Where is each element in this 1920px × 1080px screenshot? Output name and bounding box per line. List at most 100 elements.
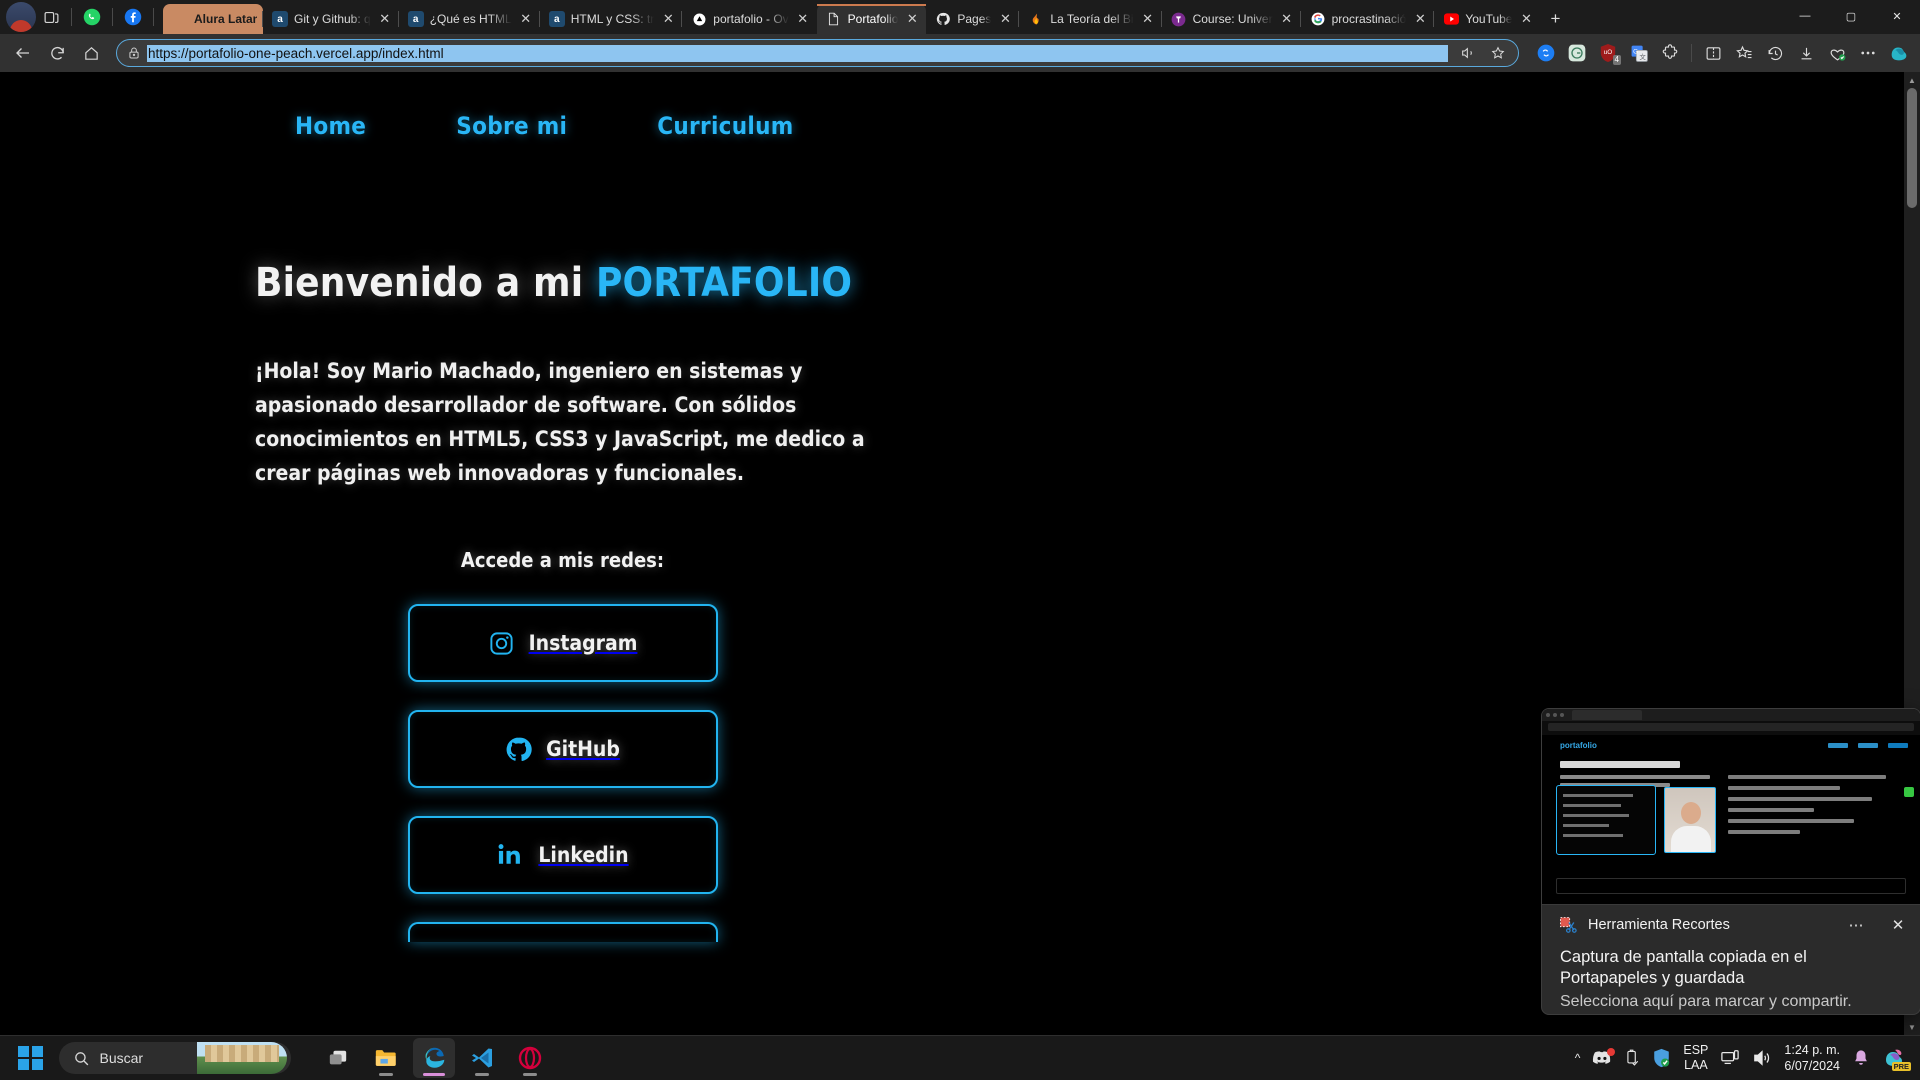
url-input[interactable]: https://portafolio-one-peach.vercel.app/…: [147, 44, 1448, 62]
microsoft-edge-button[interactable]: [412, 1038, 455, 1078]
address-bar[interactable]: https://portafolio-one-peach.vercel.app/…: [116, 39, 1519, 67]
shazam-extension-icon[interactable]: [1531, 39, 1561, 67]
lock-icon: [127, 46, 141, 60]
read-aloud-icon[interactable]: [1454, 41, 1482, 65]
close-icon[interactable]: ✕: [518, 11, 534, 27]
copilot-pre-icon[interactable]: PRE: [1882, 1046, 1911, 1071]
tab-title: Portafolio: [847, 12, 899, 26]
history-icon[interactable]: [1760, 39, 1790, 67]
tab-youtube[interactable]: YouTube ✕: [1433, 4, 1540, 34]
downloads-icon[interactable]: [1791, 39, 1821, 67]
social-button-linkedin[interactable]: Linkedin: [407, 816, 718, 894]
taskbar-app-buttons: [317, 1038, 551, 1078]
close-window-button[interactable]: ✕: [1874, 0, 1920, 32]
snipping-tool-notification[interactable]: portafolio Herramienta Recortes ⋯ ✕ Capt…: [1541, 708, 1920, 1015]
task-view-button[interactable]: [317, 1038, 359, 1078]
home-button[interactable]: [74, 38, 108, 68]
social-links-list: Instagram GitHub Linkedin: [255, 604, 870, 942]
close-icon[interactable]: ✕: [1279, 11, 1295, 27]
grammarly-extension-icon[interactable]: [1562, 39, 1592, 67]
close-icon[interactable]: ✕: [1140, 11, 1156, 27]
copilot-icon[interactable]: [1884, 39, 1914, 67]
search-placeholder: Buscar: [99, 1050, 144, 1066]
tab-que-es-html[interactable]: a ¿Qué es HTML ✕: [397, 4, 540, 34]
star-favorite-icon[interactable]: [1484, 41, 1512, 65]
github-icon: [505, 736, 532, 763]
notification-app-name: Herramienta Recortes: [1588, 917, 1730, 933]
workspaces-icon[interactable]: [38, 4, 64, 30]
close-icon[interactable]: ✕: [660, 11, 676, 27]
browser-essentials-icon[interactable]: [1822, 39, 1852, 67]
windows-security-icon[interactable]: [1652, 1048, 1671, 1068]
tab-title: HTML y CSS: tr: [570, 12, 655, 26]
volume-icon[interactable]: [1752, 1049, 1772, 1067]
snipping-tool-icon: [1558, 915, 1578, 935]
extensions-puzzle-icon[interactable]: [1655, 39, 1685, 67]
divider: [153, 8, 154, 26]
profile-avatar[interactable]: [6, 2, 36, 32]
facebook-pinned-icon[interactable]: [120, 4, 146, 30]
ublock-origin-extension-icon[interactable]: uO 4: [1593, 39, 1623, 67]
notification-more-icon[interactable]: ⋯: [1840, 910, 1872, 940]
whatsapp-pinned-icon[interactable]: [79, 4, 105, 30]
close-icon[interactable]: ✕: [795, 11, 811, 27]
tab-strip: Alura Latam a Git y Github: q ✕ a ¿Qué e…: [0, 0, 1920, 34]
tab-html-y-css[interactable]: a HTML y CSS: tr ✕: [538, 4, 683, 34]
tab-la-teoria-del-bi[interactable]: La Teoría del Bi ✕: [1018, 4, 1161, 34]
tab-title: La Teoría del Bi: [1050, 12, 1134, 26]
instagram-icon: [488, 630, 515, 657]
nav-link-sobre-mi[interactable]: Sobre mi: [456, 112, 567, 140]
tab-portafolio-overview[interactable]: portafolio - Ov ✕: [681, 4, 816, 34]
tab-pages[interactable]: Pages ✕: [926, 4, 1019, 34]
close-icon[interactable]: ✕: [377, 11, 393, 27]
copilot-pre-badge: PRE: [1891, 1062, 1911, 1071]
nav-link-home[interactable]: Home: [295, 112, 366, 140]
clock[interactable]: 1:24 p. m. 6/07/2024: [1784, 1042, 1840, 1074]
nav-link-curriculum[interactable]: Curriculum: [657, 112, 793, 140]
scroll-down-arrow[interactable]: ▼: [1904, 1019, 1920, 1035]
tray-overflow-icon[interactable]: ^: [1575, 1051, 1581, 1065]
start-button[interactable]: [18, 1045, 43, 1071]
tab-alura-latam[interactable]: Alura Latam: [163, 4, 263, 34]
notification-body[interactable]: Captura de pantalla copiada en el Portap…: [1542, 945, 1920, 1013]
language-indicator[interactable]: ESP LAA: [1683, 1043, 1708, 1073]
split-screen-icon[interactable]: [1698, 39, 1728, 67]
maximize-button[interactable]: ▢: [1828, 0, 1874, 32]
usb-safe-removal-icon[interactable]: [1624, 1049, 1640, 1067]
close-icon[interactable]: ✕: [997, 11, 1013, 27]
screenshot-preview-thumbnail[interactable]: portafolio: [1542, 709, 1920, 905]
refresh-button[interactable]: [40, 38, 74, 68]
search-input[interactable]: Buscar: [58, 1042, 291, 1074]
close-icon[interactable]: ✕: [1882, 910, 1914, 940]
social-button-github[interactable]: GitHub: [407, 710, 718, 788]
scrollbar-thumb[interactable]: [1907, 88, 1917, 208]
new-tab-button[interactable]: +: [1540, 4, 1570, 34]
scroll-up-arrow[interactable]: ▲: [1904, 72, 1920, 88]
settings-more-icon[interactable]: [1853, 39, 1883, 67]
favorites-icon[interactable]: [1729, 39, 1759, 67]
file-explorer-button[interactable]: [365, 1038, 407, 1078]
tab-course-univer[interactable]: Course: Univer ✕: [1160, 4, 1301, 34]
visual-studio-code-button[interactable]: [461, 1038, 503, 1078]
social-button-instagram[interactable]: Instagram: [407, 604, 718, 682]
opera-gx-button[interactable]: [509, 1038, 551, 1078]
tab-procrastinacion[interactable]: procrastinació ✕: [1299, 4, 1435, 34]
close-icon[interactable]: ✕: [1518, 11, 1534, 27]
alura-a-icon: a: [548, 11, 565, 27]
minimize-button[interactable]: —: [1782, 0, 1828, 32]
close-icon[interactable]: ✕: [904, 11, 920, 27]
page-title: Bienvenido a mi PORTAFOLIO: [255, 260, 905, 306]
social-label: GitHub: [546, 737, 620, 761]
discord-icon[interactable]: [1592, 1048, 1616, 1066]
close-icon[interactable]: ✕: [1412, 11, 1428, 27]
tab-portafolio[interactable]: Portafolio ✕: [816, 4, 927, 34]
search-highlight-thumbnail: [196, 1042, 287, 1074]
social-button-partial[interactable]: [407, 922, 718, 942]
tab-git-y-github[interactable]: a Git y Github: q ✕: [262, 4, 399, 34]
network-icon[interactable]: [1720, 1049, 1740, 1067]
google-translate-extension-icon[interactable]: G文: [1624, 39, 1654, 67]
back-button[interactable]: [6, 38, 40, 68]
notification-bell-icon[interactable]: [1852, 1049, 1870, 1068]
social-label: Instagram: [528, 631, 638, 655]
linkedin-icon: [496, 841, 524, 869]
